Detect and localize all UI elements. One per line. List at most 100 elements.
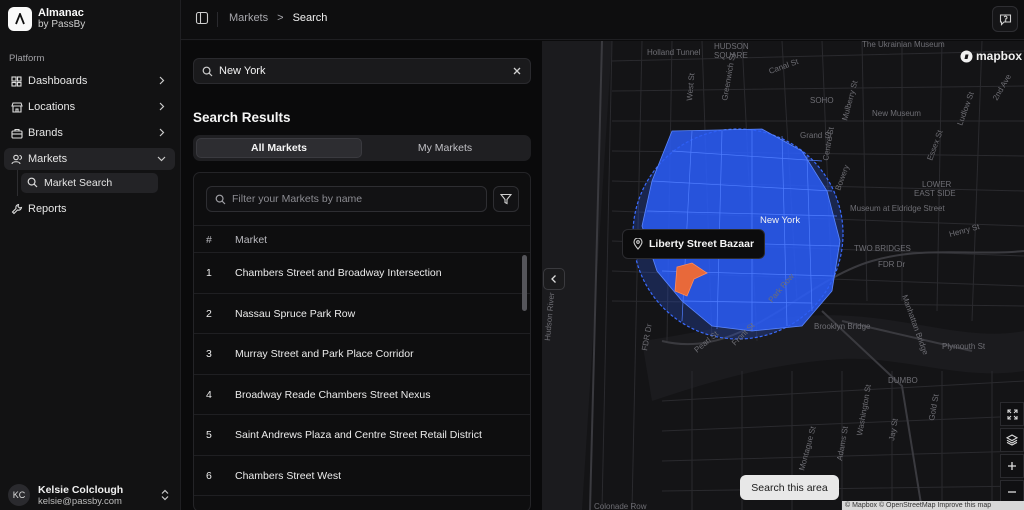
brand-name: Almanac (38, 7, 84, 19)
search-icon (202, 66, 213, 76)
table-row[interactable]: 6 Chambers Street West (194, 456, 530, 496)
search-field[interactable] (193, 58, 531, 84)
results-panel: Search Results All Markets My Markets # … (181, 41, 542, 510)
brand[interactable]: Almanac by PassBy (8, 7, 85, 31)
user-email: kelsie@passby.com (38, 495, 122, 507)
map-label-bowery: Bowery (833, 164, 851, 192)
avatar: KC (8, 484, 30, 506)
almanac-logo-icon (8, 7, 32, 31)
sidebar-item-brands[interactable]: Brands (4, 122, 175, 144)
filter-input[interactable] (232, 193, 472, 205)
row-number: 1 (206, 267, 212, 279)
table-row[interactable]: 5 Saint Andrews Plaza and Centre Street R… (194, 415, 530, 456)
map-label-west: West St (685, 72, 696, 101)
filter-field[interactable] (206, 186, 487, 212)
map-canvas[interactable]: Holland Tunnel HUDSON SQUARE The Ukraini… (542, 41, 1024, 510)
search-icon (215, 194, 226, 204)
zoom-in-button[interactable] (1000, 454, 1024, 478)
map-label-brooklyn: Brooklyn Bridge (814, 322, 871, 331)
row-number: 3 (206, 348, 212, 360)
map-label-gold: Gold St (927, 393, 941, 422)
map-label-hudson-sq: HUDSON (714, 42, 749, 51)
column-header-market[interactable]: Market (235, 234, 267, 246)
layers-button[interactable] (1000, 428, 1024, 452)
fullscreen-icon (1006, 408, 1018, 420)
map-label-ukrainian: The Ukrainian Museum (862, 41, 945, 49)
map-label-holland: Holland Tunnel (647, 48, 701, 57)
map[interactable]: Holland Tunnel HUDSON SQUARE The Ukraini… (542, 41, 1024, 510)
market-tabs: All Markets My Markets (193, 135, 531, 161)
chevron-left-icon (551, 275, 556, 283)
mapbox-icon (960, 50, 973, 62)
topbar: Markets > Search (181, 0, 1024, 40)
map-label-soho: SOHO (810, 96, 834, 105)
map-label-henry: Henry St (948, 222, 981, 239)
row-number: 6 (206, 469, 212, 482)
row-market: Murray Street and Park Place Corridor (235, 348, 414, 360)
map-attribution[interactable]: © Mapbox © OpenStreetMap Improve this ma… (842, 501, 1024, 510)
map-pin-icon (633, 238, 643, 250)
chevrons-up-down-icon (161, 489, 169, 501)
sidebar-item-locations[interactable]: Locations (4, 96, 175, 118)
map-label-montague: Montague St (797, 425, 818, 472)
sidebar-item-label: Markets (28, 153, 68, 165)
breadcrumb-current: Search (292, 12, 328, 24)
row-number: 2 (206, 307, 212, 320)
map-label-new-museum: New Museum (872, 109, 921, 118)
row-market: Nassau Spruce Park Row (235, 307, 356, 320)
layers-icon (1006, 434, 1018, 446)
map-label-fdr: FDR Dr (878, 260, 905, 269)
scrollbar[interactable] (522, 255, 527, 311)
search-this-area-button[interactable]: Search this area (740, 475, 839, 500)
breadcrumb-markets[interactable]: Markets (229, 12, 268, 24)
sidebar-item-markets[interactable]: Markets (4, 148, 175, 170)
search-input[interactable] (219, 65, 499, 77)
sidebar-item-label: Dashboards (28, 75, 88, 87)
markets-table-card: # Market 1 Chambers Street and Broadway I… (193, 172, 531, 510)
column-header-number: # (206, 234, 212, 246)
users-icon (10, 153, 23, 166)
results-title: Search Results (193, 110, 291, 125)
row-number: 4 (206, 388, 212, 401)
funnel-icon (500, 193, 512, 205)
map-label-colonade: Colonade Row (594, 502, 647, 510)
store-icon (10, 101, 23, 114)
sidebar-item-dashboards[interactable]: Dashboards (4, 70, 175, 92)
table-row[interactable]: 2 Nassau Spruce Park Row (194, 294, 530, 334)
help-icon (999, 13, 1011, 26)
collapse-panel-button[interactable] (543, 268, 565, 290)
row-market: Chambers Street and Broadway Intersectio… (235, 267, 442, 279)
sidebar-subitem-label: Market Search (44, 177, 113, 189)
table-row[interactable]: 4 Broadway Reade Chambers Street Nexus (194, 375, 530, 415)
map-label-museum-eldridge: Museum at Eldridge Street (850, 204, 945, 213)
sidebar-toggle-icon[interactable] (195, 11, 209, 28)
table-row[interactable]: 3 Murray Street and Park Place Corridor (194, 334, 530, 375)
sidebar-subitem-market-search[interactable]: Market Search (21, 173, 158, 193)
user-name: Kelsie Colclough (38, 483, 124, 496)
map-label-lower: LOWER (922, 180, 952, 189)
search-icon (27, 177, 39, 189)
row-market: Chambers Street West (235, 469, 342, 482)
tab-all-markets[interactable]: All Markets (196, 138, 362, 158)
chevron-right-icon (159, 128, 165, 137)
sidebar-item-label: Brands (28, 127, 63, 139)
divider (217, 12, 218, 27)
table-body: 1 Chambers Street and Broadway Intersecti… (194, 253, 530, 496)
close-icon[interactable] (512, 66, 522, 76)
help-button[interactable] (992, 6, 1018, 32)
section-label: Platform (9, 53, 45, 64)
chevron-right-icon (159, 102, 165, 111)
sidebar-item-reports[interactable]: Reports (4, 198, 175, 220)
user-menu[interactable]: KC Kelsie Colclough kelsie@passby.com (8, 482, 174, 508)
tab-my-markets[interactable]: My Markets (362, 138, 528, 158)
table-row[interactable]: 1 Chambers Street and Broadway Intersecti… (194, 253, 530, 294)
map-label-new-york: New York (760, 215, 800, 226)
submenu-line (17, 170, 18, 196)
filter-button[interactable] (493, 186, 519, 212)
map-label-washington: Washington St (855, 383, 873, 436)
wrench-icon (10, 203, 23, 216)
sidebar: Almanac by PassBy Platform Dashboards Lo… (0, 0, 181, 510)
chevron-right-icon (159, 76, 165, 85)
fullscreen-button[interactable] (1000, 402, 1024, 426)
map-label-second-ave: 2nd Ave (991, 72, 1013, 102)
